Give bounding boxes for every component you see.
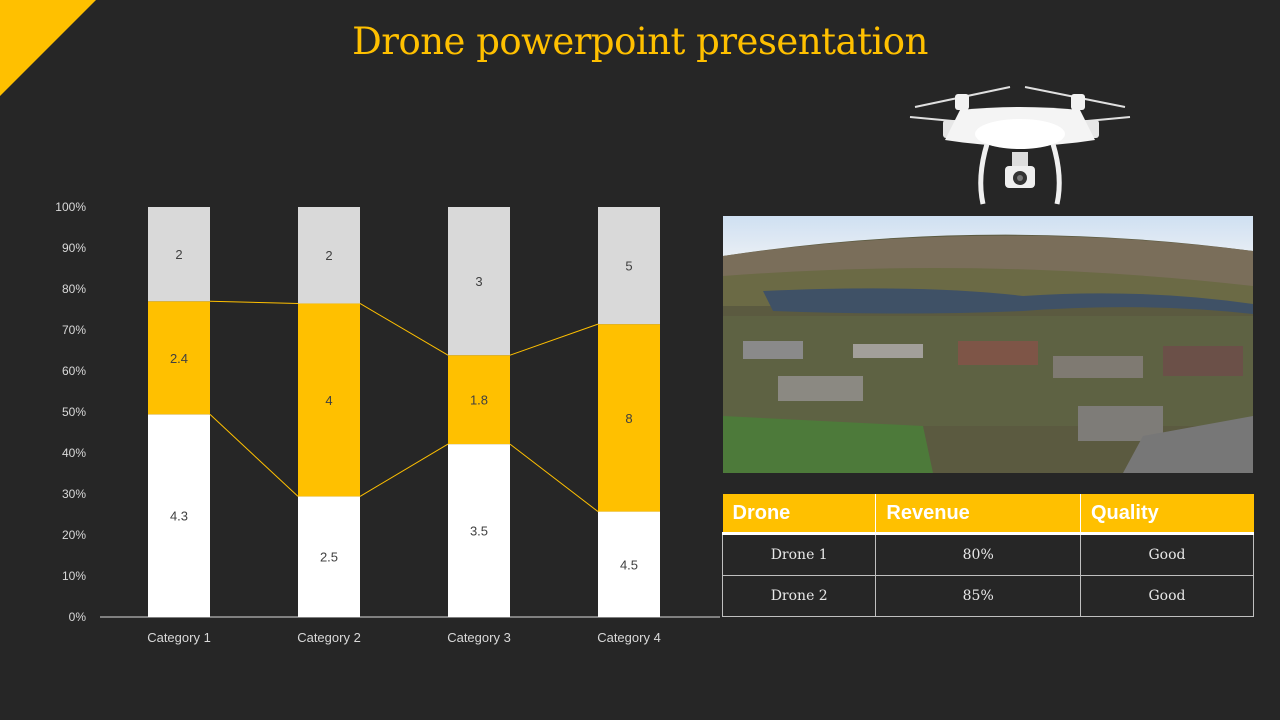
x-tick-label: Category 1	[147, 630, 211, 645]
series-line	[209, 300, 299, 304]
data-label: 3	[475, 274, 482, 289]
y-tick-label: 20%	[62, 528, 86, 542]
y-tick-label: 50%	[62, 405, 86, 419]
x-tick-label: Category 4	[597, 630, 661, 645]
table-row: Drone 1 80% Good	[721, 533, 1255, 576]
header-quality: Quality	[1080, 494, 1254, 535]
cell-quality: Good	[1079, 533, 1255, 576]
drone-table: Drone Revenue Quality Drone 1 80% Good D…	[721, 494, 1255, 617]
table-row: Drone 2 85% Good	[721, 575, 1255, 617]
data-label: 2	[325, 248, 332, 263]
data-label: 2	[175, 247, 182, 262]
y-tick-label: 10%	[62, 569, 86, 583]
series-line	[209, 413, 299, 497]
data-label: 4	[325, 393, 332, 408]
header-drone: Drone	[722, 494, 877, 535]
table-header-row: Drone Revenue Quality	[722, 494, 1254, 535]
data-label: 3.5	[470, 524, 488, 539]
aerial-city-image	[723, 216, 1253, 473]
series-line	[359, 303, 449, 356]
data-label: 5	[625, 259, 632, 274]
drone-icon	[909, 86, 1131, 205]
data-label: 2.5	[320, 550, 338, 565]
data-label: 2.4	[170, 351, 188, 366]
data-label: 4.3	[170, 509, 188, 524]
cell-quality: Good	[1079, 575, 1255, 617]
y-tick-label: 0%	[69, 610, 87, 624]
y-tick-label: 30%	[62, 487, 86, 501]
drone-image	[909, 86, 1131, 205]
data-label: 8	[625, 411, 632, 426]
x-tick-label: Category 3	[447, 630, 511, 645]
aerial-photo	[723, 216, 1253, 473]
series-line	[509, 443, 599, 512]
data-label: 1.8	[470, 393, 488, 408]
series-line	[509, 323, 599, 356]
y-tick-label: 100%	[55, 200, 86, 214]
x-tick-label: Category 2	[297, 630, 361, 645]
y-tick-label: 60%	[62, 364, 86, 378]
cell-drone: Drone 1	[721, 533, 877, 576]
cell-revenue: 80%	[875, 533, 1081, 576]
y-tick-label: 90%	[62, 241, 86, 255]
y-tick-label: 80%	[62, 282, 86, 296]
header-revenue: Revenue	[875, 494, 1081, 535]
cell-drone: Drone 2	[721, 575, 877, 617]
series-line	[359, 443, 449, 497]
slide-title: Drone powerpoint presentation	[352, 20, 928, 63]
y-tick-label: 70%	[62, 323, 86, 337]
stacked-bar-chart: 0% 10% 20% 30% 40% 50% 60% 70% 80% 90% 100% 4.3 2.4 2…	[55, 200, 720, 645]
cell-revenue: 85%	[875, 575, 1081, 617]
y-tick-label: 40%	[62, 446, 86, 460]
data-label: 4.5	[620, 557, 638, 572]
